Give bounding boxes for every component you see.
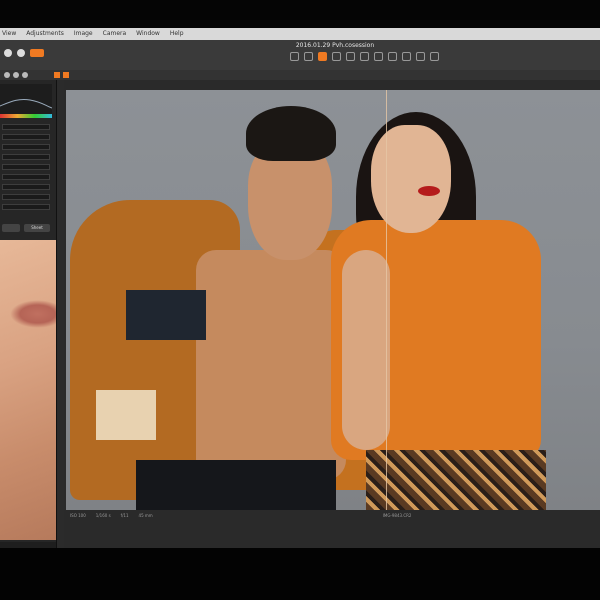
erase-tool-icon[interactable] xyxy=(416,52,425,61)
photo-figure xyxy=(246,106,336,161)
photo-figure xyxy=(371,125,451,233)
adjust-slider[interactable] xyxy=(2,204,50,210)
menu-help[interactable]: Help xyxy=(170,28,184,40)
sheet-button[interactable]: Sheet xyxy=(24,224,50,232)
photo-figure xyxy=(418,186,440,196)
info-shutter: 1/160 s xyxy=(95,512,111,518)
photo-canvas[interactable] xyxy=(66,90,600,510)
picker-tool-icon[interactable] xyxy=(346,52,355,61)
photo-figure xyxy=(196,250,346,480)
app-window: View Adjustments Image Camera Window Hel… xyxy=(0,28,600,548)
pan-tool-icon[interactable] xyxy=(290,52,299,61)
loupe-detail xyxy=(10,300,56,328)
info-iso: ISO 100 xyxy=(70,512,86,518)
redo-icon[interactable] xyxy=(17,49,25,57)
photo-figure xyxy=(136,460,336,510)
mask-tool-icon[interactable] xyxy=(388,52,397,61)
spot-tool-icon[interactable] xyxy=(374,52,383,61)
info-focal: 45 mm xyxy=(138,512,153,518)
info-filename: IMG-9843.CR2 xyxy=(382,512,412,518)
menu-image[interactable]: Image xyxy=(74,28,93,40)
left-toolbar xyxy=(4,49,44,57)
photo-figure xyxy=(96,390,156,440)
color-balance-strip xyxy=(0,114,52,118)
panel-button[interactable] xyxy=(2,224,20,232)
photo-figure xyxy=(366,450,546,510)
adjust-slider[interactable] xyxy=(2,144,50,150)
keystone-tool-icon[interactable] xyxy=(360,52,369,61)
menu-window[interactable]: Window xyxy=(136,28,160,40)
grid-tab-icon[interactable] xyxy=(63,72,69,78)
tool-panel: Sheet xyxy=(0,80,57,548)
menu-view[interactable]: View xyxy=(2,28,16,40)
photo-figure xyxy=(126,290,206,340)
window-title: 2016.01.29 Pvh.cosession xyxy=(295,42,375,49)
adjust-slider[interactable] xyxy=(2,194,50,200)
info-aperture: f/11 xyxy=(120,512,129,518)
before-after-split-handle[interactable] xyxy=(386,90,387,510)
histogram-curve xyxy=(0,99,53,109)
zoom-tool-icon[interactable] xyxy=(304,52,313,61)
monitor-bezel xyxy=(0,548,600,600)
menu-bar: View Adjustments Image Camera Window Hel… xyxy=(0,28,600,40)
loupe-preview[interactable] xyxy=(0,240,56,540)
crop-tool-icon[interactable] xyxy=(318,52,327,61)
adjust-slider[interactable] xyxy=(2,164,50,170)
menu-adjustments[interactable]: Adjustments xyxy=(26,28,64,40)
adjust-slider[interactable] xyxy=(2,184,50,190)
photo-figure xyxy=(342,250,390,450)
menu-camera[interactable]: Camera xyxy=(103,28,127,40)
cursor-tools xyxy=(290,52,439,61)
capture-tab-icon[interactable] xyxy=(13,72,19,78)
image-viewer[interactable]: ISO 100 1/160 s f/11 45 mm IMG-9843.CR2 xyxy=(64,80,600,548)
adjust-slider[interactable] xyxy=(2,134,50,140)
capture-icon[interactable] xyxy=(30,49,44,57)
tool-tabs xyxy=(0,70,600,80)
image-info-bar: ISO 100 1/160 s f/11 45 mm IMG-9843.CR2 xyxy=(66,510,600,520)
straighten-tool-icon[interactable] xyxy=(332,52,341,61)
levels-histogram[interactable] xyxy=(0,84,53,114)
color-tab-icon[interactable] xyxy=(22,72,28,78)
adjust-slider[interactable] xyxy=(2,154,50,160)
layout-tab-icon[interactable] xyxy=(54,72,60,78)
brush-tool-icon[interactable] xyxy=(402,52,411,61)
adjust-slider[interactable] xyxy=(2,124,50,130)
adjust-slider[interactable] xyxy=(2,174,50,180)
undo-icon[interactable] xyxy=(4,49,12,57)
library-tab-icon[interactable] xyxy=(4,72,10,78)
title-bar: 2016.01.29 Pvh.cosession xyxy=(0,40,600,70)
adjust-tool-icon[interactable] xyxy=(430,52,439,61)
